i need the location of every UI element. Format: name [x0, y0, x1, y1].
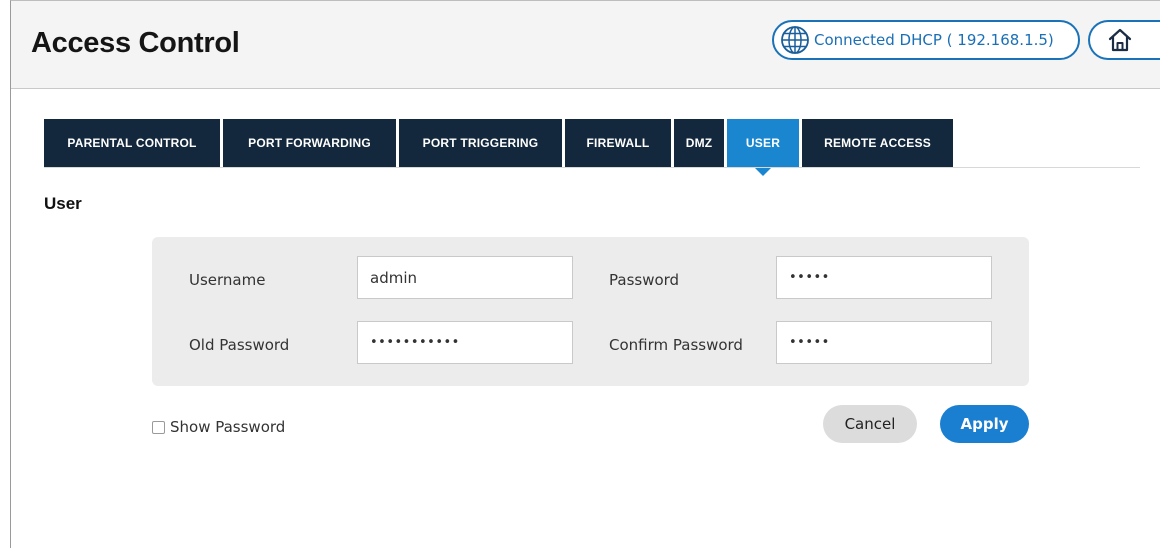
tab-remote-access[interactable]: REMOTE ACCESS: [802, 119, 953, 167]
page-title: Access Control: [31, 27, 240, 59]
tab-underline: [44, 167, 1140, 168]
show-password-toggle[interactable]: Show Password: [152, 418, 285, 436]
show-password-label: Show Password: [170, 418, 286, 436]
tab-user[interactable]: USER: [727, 119, 799, 176]
username-label: Username: [189, 271, 266, 289]
home-button[interactable]: [1088, 20, 1160, 60]
cancel-button[interactable]: Cancel: [823, 405, 917, 443]
home-icon: [1108, 28, 1132, 52]
connection-status-text: Connected DHCP ( 192.168.1.5): [814, 31, 1054, 49]
show-password-checkbox[interactable]: [152, 420, 165, 434]
username-input[interactable]: [357, 256, 573, 299]
tab-port-forwarding[interactable]: PORT FORWARDING: [223, 119, 396, 167]
apply-button[interactable]: Apply: [940, 405, 1029, 443]
globe-icon: [781, 26, 809, 54]
password-input[interactable]: [776, 256, 992, 299]
connection-status-pill[interactable]: Connected DHCP ( 192.168.1.5): [772, 20, 1080, 60]
tab-firewall[interactable]: FIREWALL: [565, 119, 671, 167]
access-control-tabs: PARENTAL CONTROL PORT FORWARDING PORT TR…: [44, 119, 956, 176]
old-password-input[interactable]: [357, 321, 573, 364]
confirm-password-label: Confirm Password: [609, 336, 743, 354]
user-form-panel: Username Password Old Password Confirm P…: [152, 237, 1029, 386]
tab-parental-control[interactable]: PARENTAL CONTROL: [44, 119, 220, 167]
section-title: User: [44, 194, 82, 213]
tab-port-triggering[interactable]: PORT TRIGGERING: [399, 119, 562, 167]
password-label: Password: [609, 271, 680, 289]
tab-dmz[interactable]: DMZ: [674, 119, 724, 167]
confirm-password-input[interactable]: [776, 321, 992, 364]
old-password-label: Old Password: [189, 336, 290, 354]
